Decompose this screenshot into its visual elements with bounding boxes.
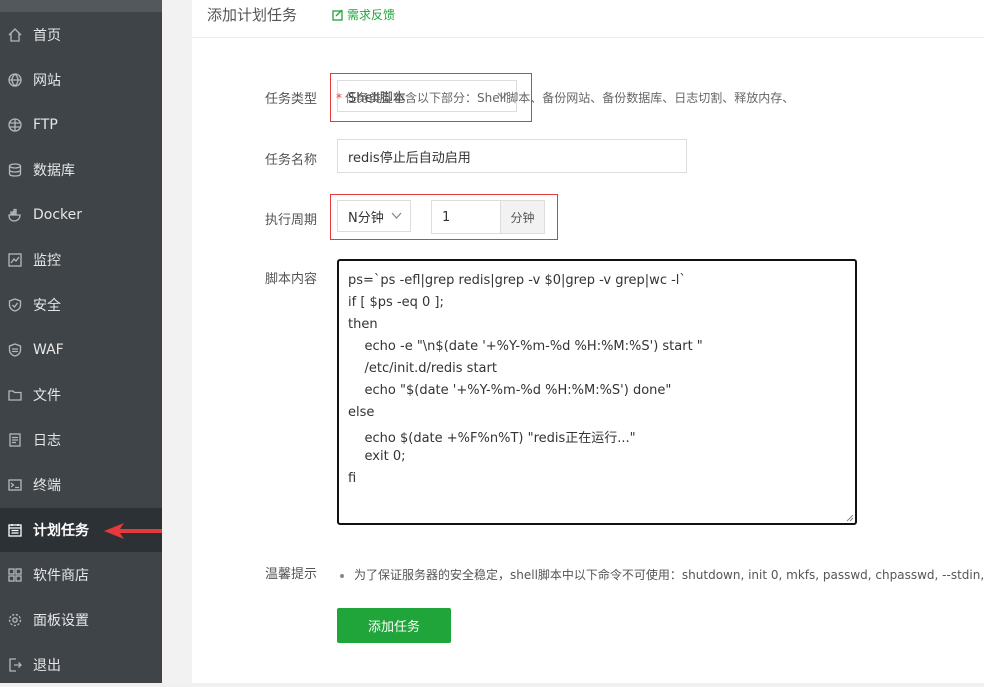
content-gutter	[162, 0, 192, 683]
waf-icon	[8, 343, 22, 357]
logout-icon	[8, 658, 22, 672]
tip-label: 温馨提示	[265, 567, 318, 582]
task-type-hint: * 任务类型包含以下部分：Shell脚本、备份网站、备份数据库、日志切割、释放内存…	[336, 91, 795, 105]
sidebar-item-label: FTP	[33, 117, 58, 133]
sidebar-item-label: WAF	[33, 342, 64, 358]
sidebar-item-label: 数据库	[33, 163, 75, 179]
sidebar-item-6[interactable]: 安全	[0, 283, 162, 327]
shield-icon	[8, 298, 22, 312]
sidebar-item-label: 软件商店	[33, 568, 89, 584]
sidebar: 首页网站 FTP 数据库 Docker 监控安全 WAF 文件日志终端计划任务软件商店面板设…	[0, 0, 162, 683]
task-type-label: 任务类型	[265, 92, 318, 107]
cycle-unit: 分钟	[501, 200, 545, 234]
docker-icon	[8, 208, 22, 222]
task-type-hint-text: 任务类型包含以下部分：Shell脚本、备份网站、备份数据库、日志切割、释放内存、	[345, 91, 795, 105]
cycle-label: 执行周期	[265, 213, 318, 228]
cycle-minutes-input[interactable]: 1	[431, 200, 501, 234]
script-line: else	[348, 405, 375, 420]
apps-icon	[8, 568, 22, 582]
script-line: /etc/init.d/redis start	[348, 361, 497, 376]
sidebar-item-4[interactable]: Docker	[0, 193, 162, 237]
gear-icon	[8, 613, 22, 627]
sidebar-item-label: 文件	[33, 388, 61, 404]
sidebar-item-7[interactable]: WAF	[0, 328, 162, 372]
sidebar-item-1[interactable]: 网站	[0, 58, 162, 102]
script-line: echo $(date +%F%n%T) "redis正在运行..."	[348, 431, 636, 446]
sidebar-item-8[interactable]: 文件	[0, 373, 162, 417]
add-task-button[interactable]: 添加任务	[337, 608, 451, 643]
sidebar-item-10[interactable]: 终端	[0, 463, 162, 507]
chevron-down-icon	[391, 212, 402, 219]
calendar-icon	[8, 523, 22, 537]
sidebar-item-label: Docker	[33, 207, 83, 223]
script-line: echo "$(date '+%Y-%m-%d %H:%M:%S') done"	[348, 383, 672, 398]
script-line: then	[348, 317, 378, 332]
sidebar-item-label: 退出	[33, 658, 61, 674]
sidebar-item-0[interactable]: 首页	[0, 13, 162, 57]
monitor-icon	[8, 253, 22, 267]
script-line: echo -e "\n$(date '+%Y-%m-%d %H:%M:%S') …	[348, 339, 703, 354]
sidebar-item-label: 网站	[33, 73, 61, 89]
panel-header: 添加计划任务 需求反馈	[192, 0, 984, 38]
cycle-select[interactable]: N分钟	[337, 200, 411, 232]
database-icon	[8, 163, 22, 177]
sidebar-item-9[interactable]: 日志	[0, 418, 162, 462]
sidebar-item-label: 首页	[33, 28, 61, 44]
script-line: ps=`ps -efl|grep redis|grep -v $0|grep -…	[348, 273, 686, 288]
sidebar-item-label: 监控	[33, 253, 61, 269]
globe-icon	[8, 73, 22, 87]
script-line: fi	[348, 471, 357, 486]
sidebar-item-label: 面板设置	[33, 613, 89, 629]
sidebar-item-2[interactable]: FTP	[0, 103, 162, 147]
feedback-link[interactable]: 需求反馈	[332, 6, 395, 23]
sidebar-item-label: 计划任务	[33, 523, 89, 539]
sidebar-item-12[interactable]: 软件商店	[0, 553, 162, 597]
red-arrow-annotation	[104, 523, 162, 539]
script-line: if [ $ps -eq 0 ];	[348, 295, 444, 310]
terminal-icon	[8, 478, 22, 492]
sidebar-item-5[interactable]: 监控	[0, 238, 162, 282]
page-title: 添加计划任务	[207, 6, 298, 24]
folder-icon	[8, 388, 22, 402]
ftp-icon	[8, 118, 22, 132]
sidebar-item-14[interactable]: 退出	[0, 643, 162, 687]
tip-text: 为了保证服务器的安全稳定，shell脚本中以下命令不可使用：shutdown, …	[340, 566, 984, 583]
resize-handle-icon[interactable]	[845, 513, 854, 522]
sidebar-item-3[interactable]: 数据库	[0, 148, 162, 192]
home-icon	[8, 28, 22, 42]
sidebar-item-label: 安全	[33, 298, 61, 314]
sidebar-top-strip	[0, 0, 162, 12]
tip-content: 为了保证服务器的安全稳定，shell脚本中以下命令不可使用：shutdown, …	[354, 568, 984, 582]
feedback-label: 需求反馈	[347, 8, 396, 22]
task-name-label: 任务名称	[265, 153, 318, 168]
script-textarea[interactable]: ps=`ps -efl|grep redis|grep -v $0|grep -…	[337, 259, 857, 525]
sidebar-item-13[interactable]: 面板设置	[0, 598, 162, 642]
sidebar-item-label: 终端	[33, 478, 61, 494]
task-name-input[interactable]: redis停止后自动启用	[337, 139, 687, 173]
sidebar-item-label: 日志	[33, 433, 61, 449]
cycle-value: N分钟	[348, 210, 384, 226]
cycle-number: 1	[442, 209, 451, 225]
task-name-value: redis停止后自动启用	[348, 150, 471, 166]
log-icon	[8, 433, 22, 447]
script-line: exit 0;	[348, 449, 406, 464]
edit-icon	[332, 9, 343, 21]
script-label: 脚本内容	[265, 272, 318, 287]
